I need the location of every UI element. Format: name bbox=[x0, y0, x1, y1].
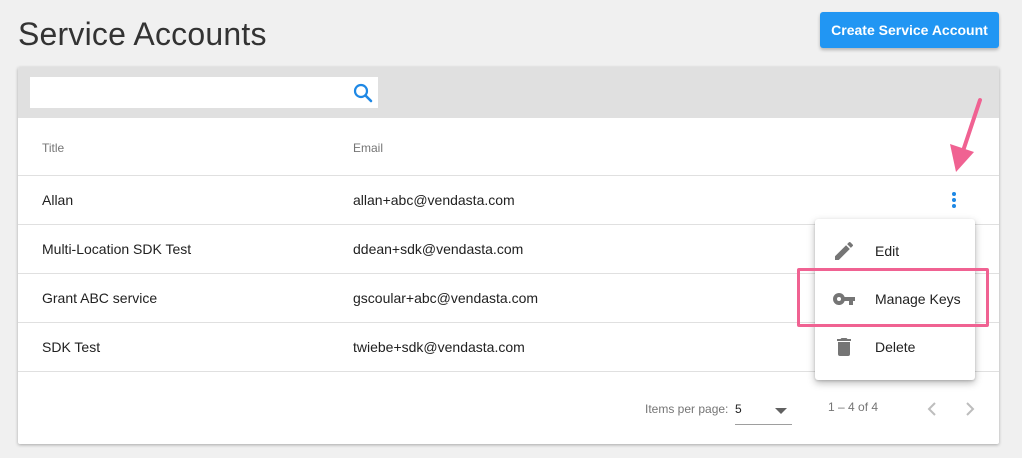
items-per-page-select[interactable]: 5 bbox=[735, 399, 792, 425]
search-icon[interactable] bbox=[351, 81, 375, 105]
dropdown-arrow-icon bbox=[775, 408, 787, 414]
page-range-label: 1 – 4 of 4 bbox=[828, 400, 879, 414]
chevron-right-icon bbox=[966, 402, 975, 416]
chevron-left-icon bbox=[927, 402, 936, 416]
search-input[interactable] bbox=[30, 77, 350, 108]
more-vert-icon[interactable] bbox=[944, 188, 964, 212]
row-title: Allan bbox=[42, 192, 74, 208]
row-email: twiebe+sdk@vendasta.com bbox=[353, 339, 525, 355]
paginator: Items per page: 5 1 – 4 of 4 bbox=[18, 372, 999, 444]
menu-item-label: Delete bbox=[875, 339, 916, 355]
row-email: ddean+sdk@vendasta.com bbox=[353, 241, 524, 257]
table-header: Title Email bbox=[18, 118, 999, 176]
row-email: allan+abc@vendasta.com bbox=[353, 192, 515, 208]
menu-item-label: Edit bbox=[875, 243, 900, 259]
search-box bbox=[30, 77, 378, 108]
annotation-arrow-icon bbox=[950, 98, 982, 172]
annotation-highlight-box bbox=[797, 268, 989, 327]
row-title: Multi-Location SDK Test bbox=[42, 241, 192, 257]
table-row[interactable]: Allan allan+abc@vendasta.com bbox=[18, 176, 999, 225]
pencil-icon bbox=[832, 239, 856, 263]
page-title: Service Accounts bbox=[18, 16, 267, 52]
row-email: gscoular+abc@vendasta.com bbox=[353, 290, 539, 306]
trash-icon bbox=[832, 335, 856, 359]
row-title: SDK Test bbox=[42, 339, 101, 355]
items-per-page-label: Items per page: bbox=[645, 402, 729, 416]
next-page-button[interactable] bbox=[958, 397, 982, 421]
items-per-page-value: 5 bbox=[735, 402, 742, 416]
menu-item-delete[interactable]: Delete bbox=[815, 323, 975, 371]
search-bar bbox=[18, 67, 999, 118]
row-title: Grant ABC service bbox=[42, 290, 158, 306]
create-service-account-button[interactable]: Create Service Account bbox=[820, 12, 999, 48]
previous-page-button[interactable] bbox=[920, 397, 944, 421]
column-header-email[interactable]: Email bbox=[353, 141, 383, 155]
column-header-title[interactable]: Title bbox=[42, 141, 64, 155]
